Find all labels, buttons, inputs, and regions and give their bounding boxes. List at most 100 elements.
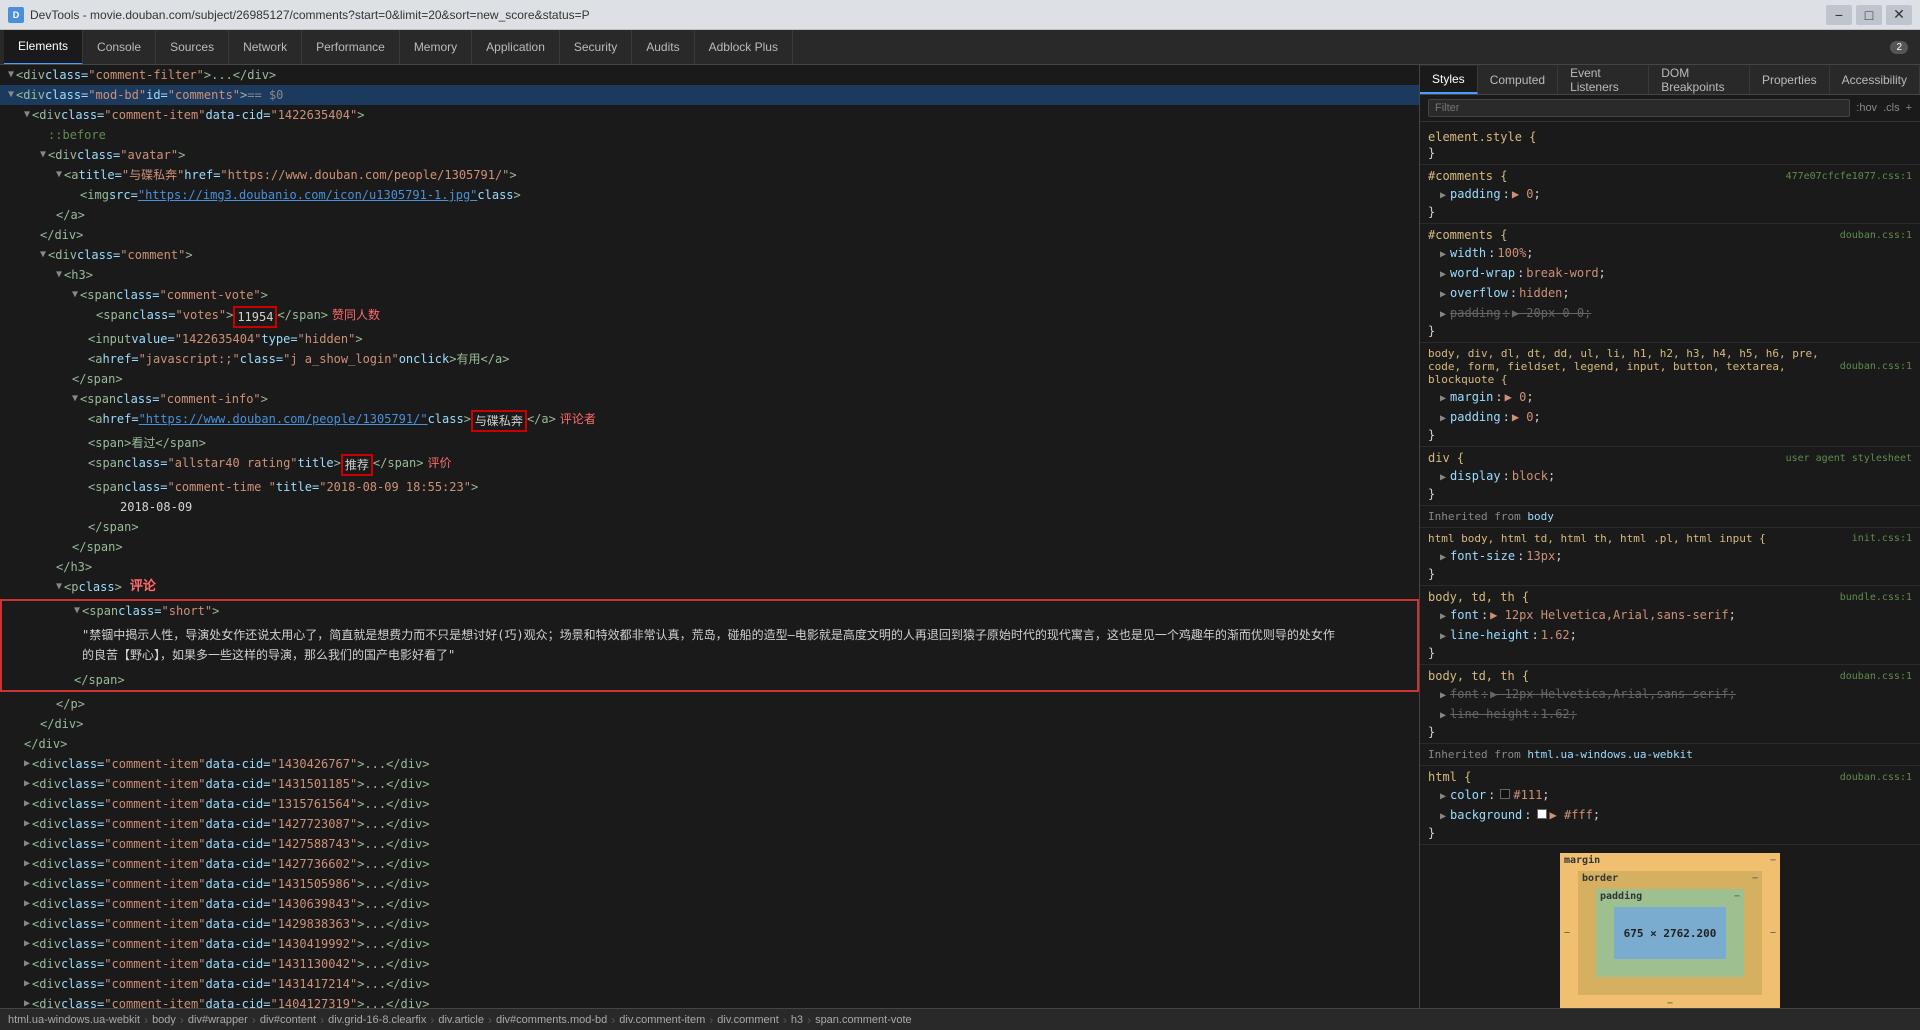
highlighted-span-block[interactable]: <span class="short"> "禁锢中揭示人性，导演处女作还说太用心… — [0, 599, 1419, 692]
status-item-grid[interactable]: div.grid-16-8.clearfix — [328, 1014, 426, 1026]
dom-line[interactable]: </div> — [0, 714, 1419, 734]
tab-network[interactable]: Network — [229, 30, 302, 65]
dom-line[interactable]: </h3> — [0, 557, 1419, 577]
dom-line[interactable]: </p> — [0, 694, 1419, 714]
dom-line[interactable]: <div class="comment-item" data-cid="1422… — [0, 105, 1419, 125]
dom-line[interactable]: <div class="comment-item" data-cid="1430… — [0, 934, 1419, 954]
tab-console[interactable]: Console — [83, 30, 156, 65]
dom-line[interactable]: <div class="comment-item" data-cid="1431… — [0, 954, 1419, 974]
arrow-icon[interactable] — [8, 66, 14, 84]
dom-line[interactable]: <a href="javascript:;" class="j a_show_l… — [0, 349, 1419, 369]
dom-line-selected[interactable]: <div class="mod-bd" id="comments"> == $0 — [0, 85, 1419, 105]
dom-line[interactable]: <input value="1422635404" type="hidden"> — [0, 329, 1419, 349]
arrow-icon[interactable] — [24, 106, 30, 124]
hov-button[interactable]: :hov — [1856, 102, 1877, 114]
tab-performance[interactable]: Performance — [302, 30, 400, 65]
dom-line[interactable]: 2018-08-09 — [0, 497, 1419, 517]
dom-line[interactable]: <div class="comment-filter">...</div> — [0, 65, 1419, 85]
arrow-icon[interactable] — [24, 815, 30, 833]
close-button[interactable]: ✕ — [1886, 5, 1912, 25]
arrow-icon[interactable] — [40, 246, 46, 264]
tab-computed[interactable]: Computed — [1478, 66, 1558, 94]
dom-line[interactable]: <div class="comment-item" data-cid="1315… — [0, 794, 1419, 814]
arrow-icon[interactable] — [8, 86, 14, 104]
arrow-icon[interactable] — [74, 602, 80, 620]
dom-line[interactable]: <p class>评论 — [0, 577, 1419, 597]
tab-audits[interactable]: Audits — [632, 30, 694, 65]
arrow-icon[interactable] — [24, 935, 30, 953]
arrow-icon[interactable] — [56, 578, 62, 596]
arrow-icon[interactable] — [24, 855, 30, 873]
arrow-icon[interactable] — [40, 146, 46, 164]
dom-line[interactable]: <div class="comment-item" data-cid="1427… — [0, 834, 1419, 854]
arrow-icon[interactable] — [24, 975, 30, 993]
tab-memory[interactable]: Memory — [400, 30, 472, 65]
dom-line[interactable]: <div class="comment-item" data-cid="1404… — [0, 994, 1419, 1008]
tab-security[interactable]: Security — [560, 30, 632, 65]
arrow-icon[interactable] — [24, 995, 30, 1008]
dom-line[interactable]: <a href="https://www.douban.com/people/1… — [0, 409, 1419, 433]
dom-line[interactable]: </span> — [0, 369, 1419, 389]
arrow-icon[interactable] — [56, 166, 62, 184]
tab-sources[interactable]: Sources — [156, 30, 229, 65]
tab-accessibility[interactable]: Accessibility — [1830, 66, 1920, 94]
minus-icon[interactable]: − — [1770, 855, 1776, 866]
status-item-body[interactable]: body — [152, 1014, 176, 1026]
tab-properties[interactable]: Properties — [1750, 66, 1830, 94]
status-item-html[interactable]: html.ua-windows.ua-webkit — [8, 1014, 140, 1026]
arrow-icon[interactable] — [24, 795, 30, 813]
arrow-icon[interactable] — [24, 755, 30, 773]
add-style-button[interactable]: + — [1906, 102, 1912, 114]
arrow-icon[interactable] — [24, 775, 30, 793]
arrow-icon[interactable] — [24, 955, 30, 973]
tab-elements[interactable]: Elements — [4, 30, 83, 65]
dom-line[interactable]: </span> — [0, 517, 1419, 537]
tab-application[interactable]: Application — [472, 30, 560, 65]
dom-line[interactable]: <div class="avatar"> — [0, 145, 1419, 165]
dom-line[interactable]: <div class="comment-item" data-cid="1430… — [0, 754, 1419, 774]
maximize-button[interactable]: □ — [1856, 5, 1882, 25]
dom-line[interactable]: <div class="comment-item" data-cid="1431… — [0, 774, 1419, 794]
dom-line[interactable]: <div class="comment-item" data-cid="1431… — [0, 974, 1419, 994]
filter-input[interactable] — [1428, 99, 1850, 117]
dom-line[interactable]: <a title="与碟私奔" href="https://www.douban… — [0, 165, 1419, 185]
arrow-icon[interactable] — [72, 286, 78, 304]
dom-line[interactable]: <div class="comment-item" data-cid="1427… — [0, 854, 1419, 874]
dom-line[interactable]: <span class="comment-info"> — [0, 389, 1419, 409]
status-item-comment-item[interactable]: div.comment-item — [619, 1014, 705, 1026]
status-item-wrapper[interactable]: div#wrapper — [188, 1014, 248, 1026]
arrow-icon[interactable] — [24, 915, 30, 933]
tab-event-listeners[interactable]: Event Listeners — [1558, 66, 1649, 94]
tab-adblock[interactable]: Adblock Plus — [695, 30, 793, 65]
status-item-comment-vote[interactable]: span.comment-vote — [815, 1014, 912, 1026]
dom-line[interactable]: </a> — [0, 205, 1419, 225]
dom-line[interactable]: <div class="comment-item" data-cid="1429… — [0, 914, 1419, 934]
dom-line[interactable]: <span class="comment-time " title="2018-… — [0, 477, 1419, 497]
dom-line[interactable]: <span>看过</span> — [0, 433, 1419, 453]
tab-styles[interactable]: Styles — [1420, 66, 1478, 94]
dom-line[interactable]: </span> — [0, 537, 1419, 557]
status-item-article[interactable]: div.article — [438, 1014, 484, 1026]
status-item-content[interactable]: div#content — [260, 1014, 316, 1026]
dom-line[interactable]: <div class="comment-item" data-cid="1431… — [0, 874, 1419, 894]
dom-line[interactable]: <div class="comment-item" data-cid="1430… — [0, 894, 1419, 914]
dom-line[interactable]: </span> — [2, 670, 1417, 690]
dom-line[interactable]: <div class="comment-item" data-cid="1427… — [0, 814, 1419, 834]
arrow-icon[interactable] — [24, 875, 30, 893]
status-item-h3[interactable]: h3 — [791, 1014, 803, 1026]
dom-line[interactable]: <span class="allstar40 rating" title>推荐<… — [0, 453, 1419, 477]
color-swatch[interactable] — [1500, 789, 1510, 799]
dom-panel[interactable]: <div class="comment-filter">...</div> <d… — [0, 65, 1420, 1008]
dom-line[interactable]: <div class="comment"> — [0, 245, 1419, 265]
arrow-icon[interactable] — [72, 390, 78, 408]
dom-line[interactable]: <span class="short"> — [2, 601, 1417, 621]
cls-button[interactable]: .cls — [1883, 102, 1900, 114]
tab-dom-breakpoints[interactable]: DOM Breakpoints — [1649, 66, 1750, 94]
arrow-icon[interactable] — [56, 266, 62, 284]
dom-line[interactable]: ► <img src="https://img3.doubanio.com/ic… — [0, 185, 1419, 205]
dom-line[interactable]: <h3> — [0, 265, 1419, 285]
arrow-icon[interactable] — [24, 895, 30, 913]
status-item-comments[interactable]: div#comments.mod-bd — [496, 1014, 607, 1026]
dom-line[interactable]: ► ::before — [0, 125, 1419, 145]
minimize-button[interactable]: − — [1826, 5, 1852, 25]
